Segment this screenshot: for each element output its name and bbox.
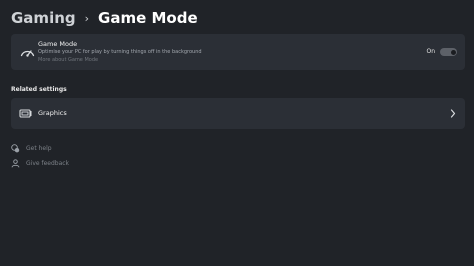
- give-feedback-label: Give feedback: [26, 160, 70, 167]
- more-about-game-mode-link[interactable]: More about Game Mode: [38, 57, 98, 63]
- graphics-setting-row[interactable]: Graphics: [11, 98, 465, 129]
- game-mode-toggle[interactable]: [440, 48, 457, 56]
- graphics-icon: [19, 109, 32, 118]
- breadcrumb: Gaming › Game Mode: [11, 6, 198, 30]
- settings-page: Gaming › Game Mode Game Mode Optimise yo…: [0, 0, 474, 266]
- chevron-right-icon: [450, 109, 456, 118]
- graphics-label: Graphics: [38, 109, 67, 117]
- breadcrumb-gaming[interactable]: Gaming: [11, 9, 76, 27]
- get-help-label: Get help: [26, 145, 52, 152]
- breadcrumb-separator: ›: [84, 12, 90, 25]
- help-icon: [11, 144, 20, 153]
- feedback-icon: [11, 159, 20, 168]
- toggle-state-label: On: [426, 48, 435, 55]
- related-settings-heading: Related settings: [11, 86, 67, 93]
- get-help-link[interactable]: Get help: [11, 144, 52, 153]
- toggle-knob: [450, 49, 456, 55]
- game-mode-title: Game Mode: [38, 40, 78, 48]
- game-mode-card: Game Mode Optimise your PC for play by t…: [11, 34, 465, 70]
- game-mode-icon: [20, 50, 35, 57]
- give-feedback-link[interactable]: Give feedback: [11, 159, 69, 168]
- page-title: Game Mode: [98, 9, 198, 27]
- game-mode-description: Optimise your PC for play by turning thi…: [38, 49, 202, 55]
